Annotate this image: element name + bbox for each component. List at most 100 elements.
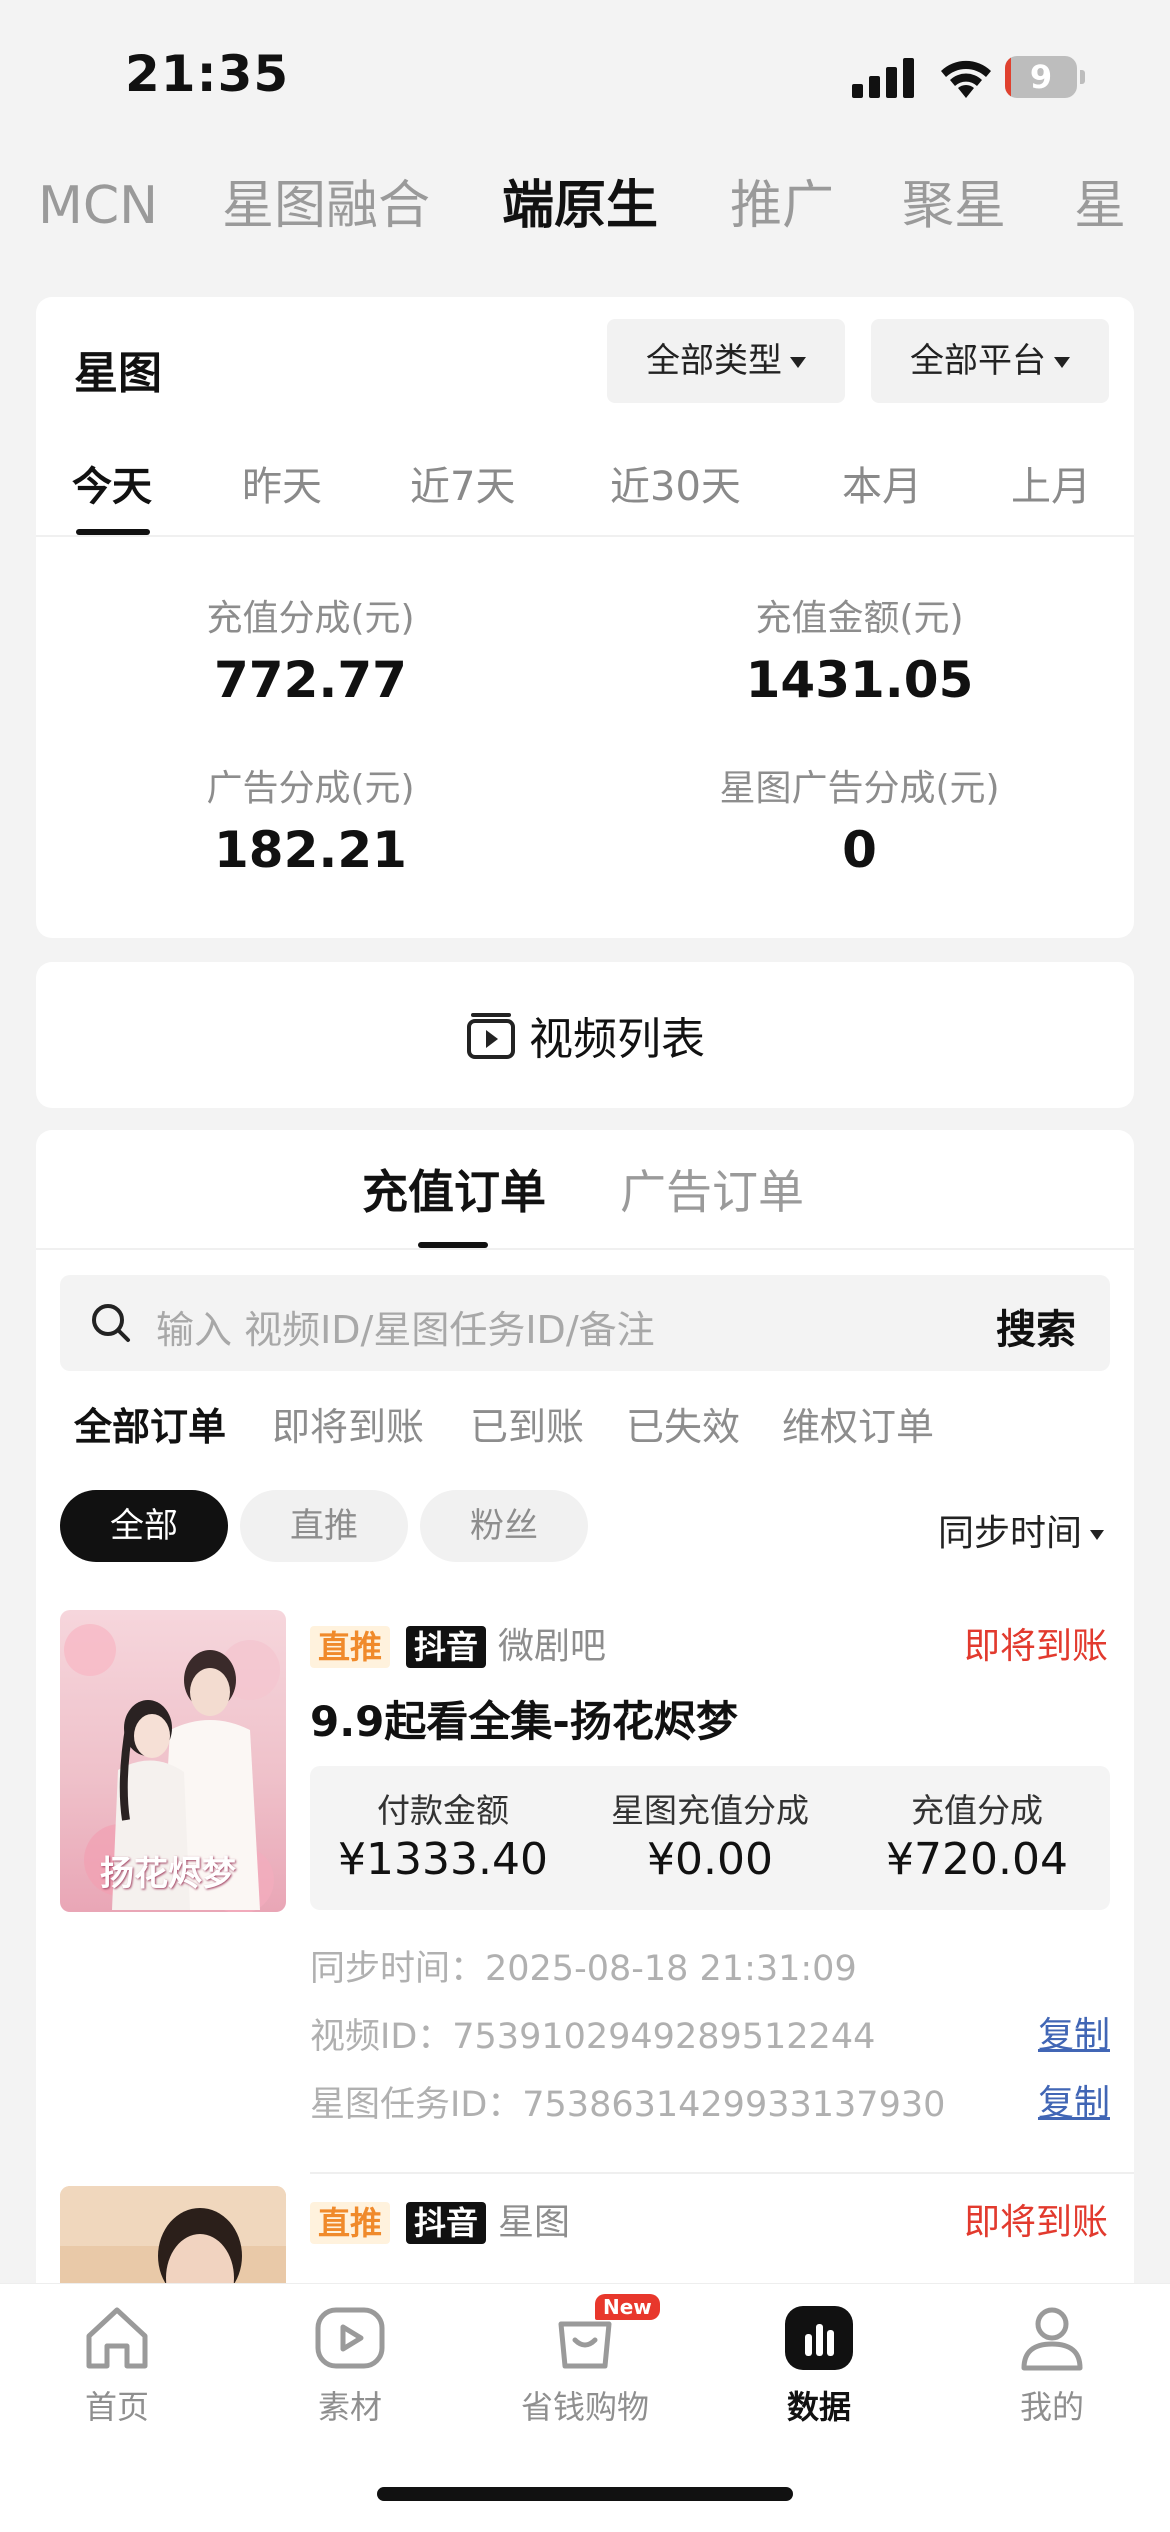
nav-data-label: 数据 [786,2388,851,2426]
order-divider [310,2172,1134,2174]
tag-direct: 直推 [310,2202,391,2244]
caret-down-icon [1054,357,1070,368]
date-tab-this-month[interactable]: 本月 [842,447,922,527]
order-video-id: 视频ID：7539102949289512244 [310,2017,876,2057]
new-badge: New [595,2294,660,2320]
order-sync-time: 同步时间：2025-08-18 21:31:09 [310,1949,857,1989]
pill-fans[interactable]: 粉丝 [420,1490,588,1562]
top-tab-mcn[interactable]: MCN [38,170,158,242]
nav-home-label: 首页 [84,2388,149,2426]
top-tab-native[interactable]: 端原生 [502,170,658,242]
order-status: 即将到账 [963,2202,1108,2243]
date-range-tabs: 今天 昨天 近7天 近30天 本月 上月 [36,447,1134,537]
order-item[interactable]: 扬花烬梦 直推 抖音 微剧吧 即将到账 9.9起看全集-扬花烬梦 付款金额 ¥1… [36,1610,1134,2180]
nav-shopping-label: 省钱购物 [520,2388,649,2426]
stat-label-xingtu-ad-share: 星图广告分成(元) [719,768,1000,809]
nav-shopping[interactable]: New 省钱购物 [505,2294,665,2428]
nav-data[interactable]: 数据 [739,2300,899,2428]
home-indicator [377,2487,793,2501]
stat-label-recharge-amount: 充值金额(元) [755,598,964,639]
tag-direct: 直推 [310,1626,391,1668]
tag-douyin: 抖音 [406,1626,487,1668]
amount-label-payment: 付款金额 [377,1791,509,1830]
top-tab-bar: MCN 星图融合 端原生 推广 聚星 星 [0,170,1170,250]
top-tab-promotion[interactable]: 推广 [730,170,834,242]
stat-value-xingtu-ad-share: 0 [842,821,877,879]
search-icon [92,1304,130,1342]
platform-filter-dropdown[interactable]: 全部平台 [871,319,1109,403]
amount-label-recharge-share: 充值分成 [911,1791,1043,1830]
amount-value-recharge-share: ¥720.04 [886,1834,1068,1885]
nav-home[interactable]: 首页 [37,2300,197,2428]
stat-value-recharge-amount: 1431.05 [745,651,974,709]
filter-tab-received[interactable]: 已到账 [470,1396,584,1451]
filter-tab-dispute[interactable]: 维权订单 [782,1396,934,1451]
orders-card: 充值订单 广告订单 输入 视频ID/星图任务ID/备注 搜索 全部订单 即将到账… [36,1130,1134,2430]
pill-direct[interactable]: 直推 [240,1490,408,1562]
order-amounts: 付款金额 ¥1333.40 星图充值分成 ¥0.00 充值分成 ¥720.04 [310,1766,1110,1910]
caret-down-icon [1090,1530,1104,1540]
top-tab-xingtu-fusion[interactable]: 星图融合 [222,170,430,242]
filter-tab-pending[interactable]: 即将到账 [272,1396,424,1451]
nav-materials[interactable]: 素材 [270,2300,430,2428]
amount-value-payment: ¥1333.40 [338,1834,548,1885]
order-task-id: 星图任务ID：7538631429933137930 [310,2085,946,2125]
wifi-icon [941,60,991,98]
type-filter-label: 全部类型 [646,341,782,381]
status-time: 21:35 [125,45,290,103]
order-source: 星图 [498,2202,571,2243]
stat-value-ad-share: 182.21 [214,821,407,879]
date-tab-last-month[interactable]: 上月 [1011,447,1091,527]
date-tab-7days[interactable]: 近7天 [410,447,515,527]
order-search-box[interactable]: 输入 视频ID/星图任务ID/备注 搜索 [60,1275,1110,1371]
user-icon [1021,2307,1083,2371]
sort-label: 同步时间 [937,1513,1082,1554]
nav-materials-label: 素材 [317,2388,382,2426]
date-tab-30days[interactable]: 近30天 [610,447,741,527]
type-filter-dropdown[interactable]: 全部类型 [607,319,845,403]
date-tab-yesterday[interactable]: 昨天 [242,447,322,527]
summary-card: 星图 全部类型 全部平台 今天 昨天 近7天 近30天 本月 上月 充值分成(元… [36,297,1134,938]
order-tab-indicator [418,1242,488,1248]
copy-task-id-link[interactable]: 复制 [1038,2074,1110,2126]
summary-title: 星图 [74,348,162,399]
amount-label-xingtu-share: 星图充值分成 [611,1791,809,1830]
pill-all[interactable]: 全部 [60,1490,228,1562]
video-list-card[interactable]: 视频列表 [36,962,1134,1108]
nav-profile[interactable]: 我的 [972,2300,1132,2428]
video-list-button[interactable]: 视频列表 [36,962,1134,1108]
play-icon [315,2307,385,2369]
sort-dropdown[interactable]: 同步时间 [938,1504,1104,1556]
platform-filter-label: 全部平台 [910,341,1046,381]
copy-video-id-link[interactable]: 复制 [1038,2006,1110,2058]
date-tab-today[interactable]: 今天 [72,447,152,527]
order-type-tabs: 充值订单 广告订单 [36,1130,1134,1250]
tab-recharge-orders[interactable]: 充值订单 [362,1156,546,1222]
tag-douyin: 抖音 [406,2202,487,2244]
tab-ad-orders[interactable]: 广告订单 [620,1156,804,1222]
battery-indicator: 9 [1005,56,1085,98]
video-list-label: 视频列表 [529,1014,705,1065]
filter-tab-all-orders[interactable]: 全部订单 [74,1396,226,1451]
amount-value-xingtu-share: ¥0.00 [647,1834,773,1885]
search-input[interactable]: 输入 视频ID/星图任务ID/备注 [156,1299,655,1354]
status-bar: 21:35 9 [0,0,1170,150]
order-status: 即将到账 [963,1626,1108,1667]
date-tab-indicator [76,529,150,535]
video-list-icon [467,1013,515,1059]
search-button[interactable]: 搜索 [996,1297,1076,1355]
order-source: 微剧吧 [498,1626,607,1667]
top-tab-juxing[interactable]: 聚星 [902,170,1006,242]
battery-level: 9 [1029,58,1053,96]
top-tab-more[interactable]: 星 [1074,170,1126,242]
bar-chart-icon [785,2306,853,2370]
caret-down-icon [790,357,806,368]
stat-label-recharge-share: 充值分成(元) [206,598,415,639]
stat-value-recharge-share: 772.77 [214,651,407,709]
order-title: 9.9起看全集-扬花烬梦 [310,1697,738,1746]
filter-tab-expired[interactable]: 已失效 [626,1396,740,1451]
drama-poster-image: 扬花烬梦 [60,1610,286,1912]
home-icon [86,2307,148,2369]
nav-profile-label: 我的 [1019,2388,1084,2426]
cellular-signal-icon [852,58,914,98]
